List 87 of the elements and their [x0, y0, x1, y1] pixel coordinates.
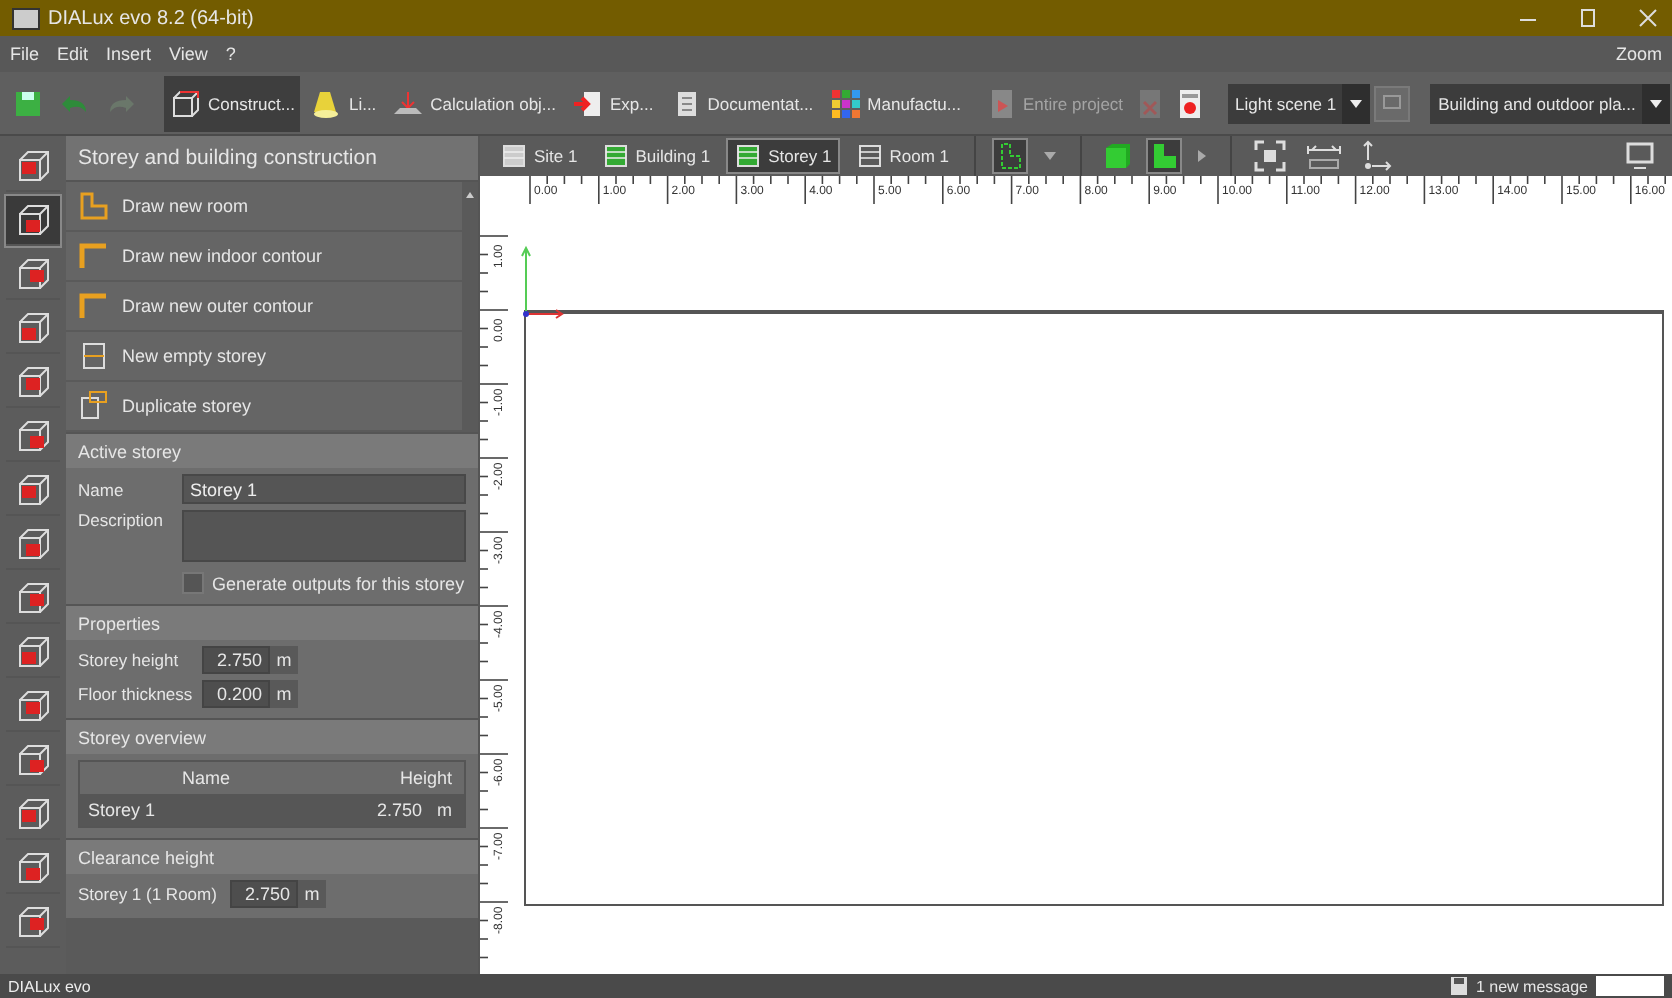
name-field[interactable]: Storey 1	[182, 474, 466, 504]
caret-icon[interactable]	[1041, 150, 1058, 162]
lamp-icon	[310, 87, 343, 119]
light-scene-dropdown[interactable]: Light scene 1	[1227, 83, 1371, 123]
zoom-fit-icon[interactable]	[1253, 140, 1286, 172]
mode-tab[interactable]: Exp...	[566, 75, 660, 131]
mode-tab[interactable]: Documentat...	[663, 75, 820, 131]
table-cell-text: Storey 1	[86, 800, 158, 820]
restore-icon[interactable]	[1576, 6, 1600, 30]
arrow-down-icon	[392, 87, 425, 119]
number-field[interactable]: 2.750	[230, 880, 298, 908]
section-title: Properties	[66, 604, 478, 640]
scroll-up-icon[interactable]	[464, 188, 476, 200]
l-shape-icon	[1149, 142, 1178, 170]
checkbox[interactable]	[182, 572, 204, 594]
action-item[interactable]: Draw new indoor contour	[66, 232, 462, 282]
cube-icon[interactable]	[6, 196, 60, 246]
menu-item[interactable]: Insert	[106, 44, 152, 64]
zoom-menu[interactable]: Zoom	[1615, 44, 1662, 64]
window-title: DIALux evo 8.2 (64-bit)	[48, 7, 254, 29]
number-field[interactable]: 0.200	[202, 680, 270, 708]
field-label: Storey height	[78, 650, 181, 670]
mode-tab[interactable]: Construct...	[164, 75, 301, 131]
section-title: Active storey	[66, 432, 478, 468]
layers-icon	[601, 142, 630, 170]
checkbox-label: Generate outputs for this storey	[212, 573, 465, 593]
field-label: Storey 1 (1 Room)	[78, 884, 219, 904]
export-icon	[572, 87, 605, 119]
brand-logo: DIALux evo	[8, 977, 91, 995]
breadcrumb-tab[interactable]: Room 1	[847, 138, 958, 174]
column-header: Name	[179, 768, 232, 788]
action-item[interactable]: Draw new outer contour	[66, 282, 462, 332]
section-title: Storey overview	[66, 718, 478, 754]
unit-label: m	[298, 880, 326, 908]
axis-icon[interactable]	[1361, 140, 1394, 172]
cube-icon	[170, 87, 202, 119]
field-label: Floor thickness	[78, 684, 195, 704]
floor-plan-icon[interactable]	[1145, 138, 1182, 174]
message-icon[interactable]	[1449, 976, 1468, 996]
corner-icon	[78, 290, 110, 322]
caret-icon	[1348, 97, 1365, 109]
table-cell-text: 2.750 m	[374, 800, 454, 820]
caret-icon[interactable]	[1195, 148, 1208, 164]
message-text[interactable]: 1 new message	[1475, 977, 1588, 995]
breadcrumb-tab[interactable]: Site 1	[492, 138, 586, 174]
description-field[interactable]	[182, 510, 466, 562]
close-icon[interactable]	[1636, 6, 1660, 30]
view-dropdown[interactable]: Building and outdoor pla...	[1430, 83, 1670, 123]
mode-tab[interactable]: Calculation obj...	[386, 75, 563, 131]
column-header: Height	[397, 768, 454, 788]
measure-icon[interactable]	[1305, 142, 1342, 170]
mode-tab[interactable]: Manufactu...	[823, 75, 967, 131]
monitor-icon[interactable]	[1626, 142, 1654, 170]
number-field[interactable]: 2.750	[202, 646, 270, 674]
room-shape-icon	[78, 190, 110, 222]
menu-item[interactable]: View	[169, 44, 208, 64]
layers-icon	[500, 142, 528, 170]
layers-icon	[855, 142, 884, 170]
scrollbar[interactable]	[462, 182, 478, 432]
unit-label: m	[270, 680, 298, 708]
origin-axes-icon	[520, 242, 568, 322]
field-label: Name	[78, 479, 126, 499]
menu-item[interactable]: ?	[225, 44, 236, 64]
unit-label: m	[270, 646, 298, 674]
floor-plan-icon[interactable]	[991, 138, 1028, 174]
section-title: Clearance height	[66, 838, 478, 874]
save-icon[interactable]	[14, 89, 42, 117]
color-grid-icon	[829, 87, 862, 119]
calculation-settings-icon[interactable]	[1177, 87, 1202, 119]
corner-icon	[78, 240, 110, 272]
field-label: Description	[78, 510, 166, 530]
input-field[interactable]	[1596, 976, 1664, 996]
breadcrumb-tab[interactable]: Storey 1	[726, 138, 840, 174]
menu-item[interactable]: Edit	[57, 44, 89, 64]
panel-title: Storey and building construction	[66, 136, 478, 182]
action-item[interactable]: New empty storey	[66, 332, 462, 382]
dashed-outline-icon	[995, 142, 1024, 170]
layers-icon	[734, 142, 763, 170]
caret-icon	[1647, 97, 1664, 109]
mode-tab[interactable]: Li...	[304, 75, 383, 131]
play-icon	[990, 87, 1015, 119]
menu-item[interactable]: File	[10, 44, 40, 64]
storey-icon	[78, 340, 110, 372]
duplicate-icon	[78, 390, 110, 422]
breadcrumb-tab[interactable]: Building 1	[593, 138, 719, 174]
app-logo-icon	[12, 7, 40, 29]
action-item[interactable]: Draw new room	[66, 182, 462, 232]
